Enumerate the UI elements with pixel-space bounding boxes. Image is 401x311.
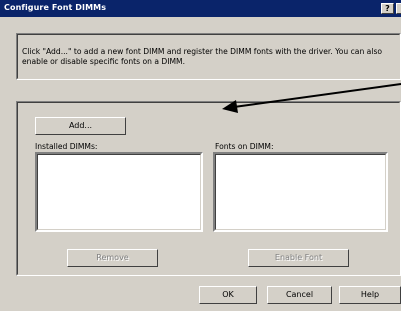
configure-font-dimms-dialog: Configure Font DIMMs ? Click "Add..." to… xyxy=(0,0,401,311)
callout-arrow xyxy=(222,83,401,113)
